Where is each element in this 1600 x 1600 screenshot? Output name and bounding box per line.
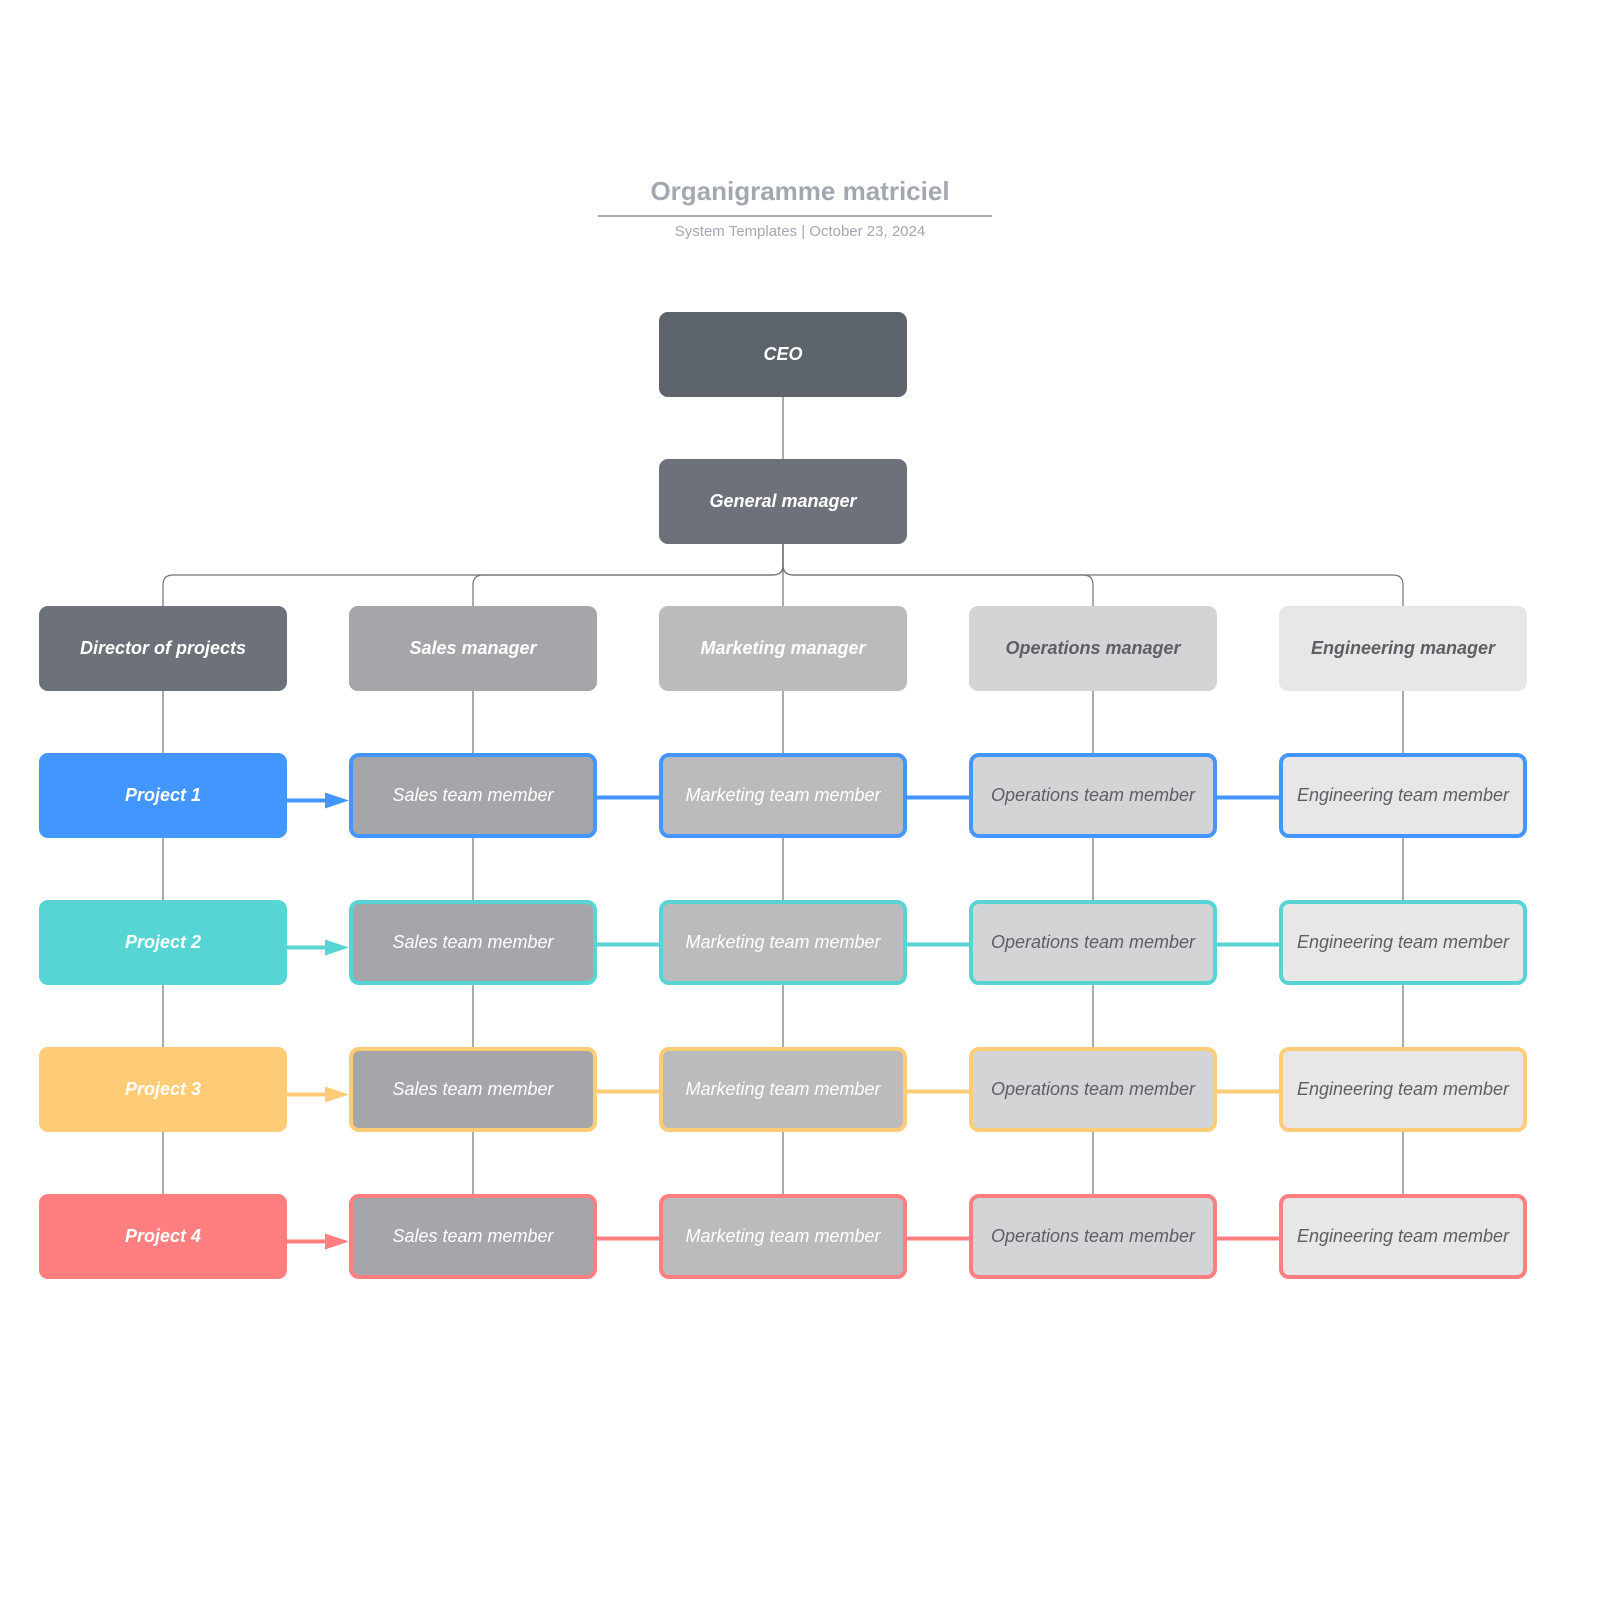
node-label: Sales team member bbox=[392, 1079, 554, 1099]
node-label: Operations team member bbox=[990, 1226, 1196, 1246]
node-label: Project 3 bbox=[124, 1079, 202, 1099]
node-team-member[interactable]: Sales team member bbox=[349, 900, 597, 985]
node-team-member[interactable]: Operations team member bbox=[969, 1194, 1217, 1279]
node-general-manager[interactable]: General manager bbox=[659, 459, 907, 544]
node-label: Marketing team member bbox=[685, 1226, 881, 1246]
node-label: Operations team member bbox=[990, 932, 1196, 952]
node-project[interactable]: Project 3 bbox=[39, 1047, 287, 1132]
node-team-member[interactable]: Operations team member bbox=[969, 900, 1217, 985]
arrowhead-icon bbox=[325, 1233, 349, 1250]
node-label: Sales team member bbox=[392, 785, 554, 805]
node-label: Engineering manager bbox=[1310, 638, 1496, 658]
node-manager[interactable]: Operations manager bbox=[969, 606, 1217, 691]
arrowhead-icon bbox=[325, 939, 349, 956]
node-label: Engineering team member bbox=[1296, 932, 1510, 952]
node-team-member[interactable]: Engineering team member bbox=[1279, 1047, 1527, 1132]
node-team-member[interactable]: Engineering team member bbox=[1279, 1194, 1527, 1279]
node-label: Director of projects bbox=[79, 638, 247, 658]
node-team-member[interactable]: Sales team member bbox=[349, 1047, 597, 1132]
node-team-member[interactable]: Sales team member bbox=[349, 1194, 597, 1279]
node-label: Marketing team member bbox=[685, 785, 881, 805]
node-team-member[interactable]: Operations team member bbox=[969, 753, 1217, 838]
node-ceo[interactable]: CEO bbox=[659, 312, 907, 397]
node-label: Sales manager bbox=[409, 638, 537, 658]
node-label: Project 1 bbox=[124, 785, 202, 805]
node-team-member[interactable]: Operations team member bbox=[969, 1047, 1217, 1132]
node-label: Engineering team member bbox=[1296, 785, 1510, 805]
node-project[interactable]: Project 4 bbox=[39, 1194, 287, 1279]
node-manager[interactable]: Marketing manager bbox=[659, 606, 907, 691]
arrowhead-icon bbox=[325, 792, 349, 809]
node-team-member[interactable]: Engineering team member bbox=[1279, 753, 1527, 838]
node-team-member[interactable]: Marketing team member bbox=[659, 900, 907, 985]
node-label: Engineering team member bbox=[1296, 1226, 1510, 1246]
node-team-member[interactable]: Engineering team member bbox=[1279, 900, 1527, 985]
node-label: Engineering team member bbox=[1296, 1079, 1510, 1099]
arrowhead-icon bbox=[325, 1086, 349, 1103]
node-label: CEO bbox=[763, 344, 803, 364]
node-label: Operations team member bbox=[990, 785, 1196, 805]
node-label: Operations manager bbox=[1005, 638, 1181, 658]
node-label: Marketing team member bbox=[685, 1079, 881, 1099]
node-label: General manager bbox=[709, 491, 857, 511]
node-manager[interactable]: Engineering manager bbox=[1279, 606, 1527, 691]
node-label: Project 4 bbox=[124, 1226, 202, 1246]
node-team-member[interactable]: Sales team member bbox=[349, 753, 597, 838]
node-team-member[interactable]: Marketing team member bbox=[659, 1047, 907, 1132]
node-label: Project 2 bbox=[124, 932, 202, 952]
node-team-member[interactable]: Marketing team member bbox=[659, 1194, 907, 1279]
node-project[interactable]: Project 1 bbox=[39, 753, 287, 838]
node-label: Marketing team member bbox=[685, 932, 881, 952]
node-project[interactable]: Project 2 bbox=[39, 900, 287, 985]
node-manager[interactable]: Sales manager bbox=[349, 606, 597, 691]
node-label: Sales team member bbox=[392, 932, 554, 952]
node-label: Sales team member bbox=[392, 1226, 554, 1246]
node-manager[interactable]: Director of projects bbox=[39, 606, 287, 691]
connector-gm-manager bbox=[472, 544, 784, 606]
node-label: Operations team member bbox=[990, 1079, 1196, 1099]
node-team-member[interactable]: Marketing team member bbox=[659, 753, 907, 838]
node-label: Marketing manager bbox=[700, 638, 866, 658]
